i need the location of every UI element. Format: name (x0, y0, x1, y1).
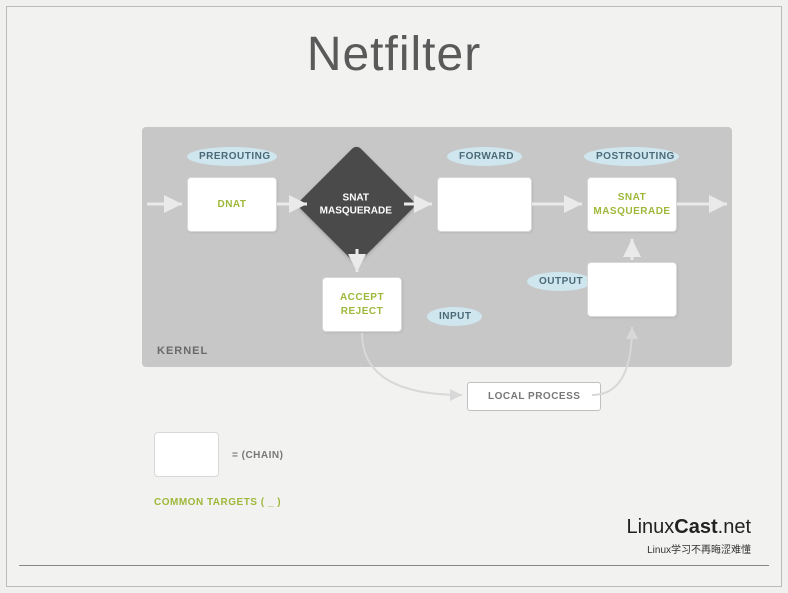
kernel-label: KERNEL (157, 345, 208, 357)
chain-dnat: DNAT (187, 177, 277, 232)
hook-forward: FORWARD (447, 147, 522, 166)
chain-accept: ACCEPT (340, 291, 384, 305)
hook-output: OUTPUT (527, 272, 592, 291)
chain-snat-line2: MASQUERADE (593, 205, 670, 219)
diamond-label: SNAT MASQUERADE (306, 192, 406, 218)
logo-tagline: Linux学习不再晦涩难懂 (626, 541, 751, 556)
hook-postrouting: POSTROUTING (584, 147, 679, 166)
logo-main: LinuxCast.net (626, 516, 751, 539)
local-process: LOCAL PROCESS (467, 382, 601, 411)
logo-part1: Linux (626, 516, 674, 538)
logo: LinuxCast.net Linux学习不再晦涩难懂 (626, 516, 751, 556)
hook-prerouting: PREROUTING (187, 147, 277, 166)
slide: Netfilter ➤ KERNEL PREROUTING FORWARD PO… (6, 6, 782, 587)
chain-output-box (587, 262, 677, 317)
routing-diamond: SNAT MASQUERADE (296, 144, 416, 264)
legend-chain-box (154, 432, 219, 477)
common-targets: COMMON TARGETS ( _ ) (154, 497, 281, 508)
bottom-rule (19, 565, 769, 566)
diamond-line2: MASQUERADE (320, 206, 392, 217)
chain-dnat-label: DNAT (217, 198, 246, 212)
diamond-line1: SNAT (343, 193, 369, 204)
logo-part2: Cast (674, 516, 717, 538)
logo-part3: .net (718, 516, 751, 538)
chain-snat-line1: SNAT (618, 191, 646, 205)
kernel-box: KERNEL PREROUTING FORWARD POSTROUTING IN… (142, 127, 732, 367)
chain-snat-masq: SNAT MASQUERADE (587, 177, 677, 232)
hook-input: INPUT (427, 307, 482, 326)
chain-forward-box (437, 177, 532, 232)
chain-reject: REJECT (341, 305, 383, 319)
legend-chain-text: = (CHAIN) (232, 450, 283, 461)
chain-accept-reject: ACCEPT REJECT (322, 277, 402, 332)
page-title: Netfilter (7, 27, 781, 82)
